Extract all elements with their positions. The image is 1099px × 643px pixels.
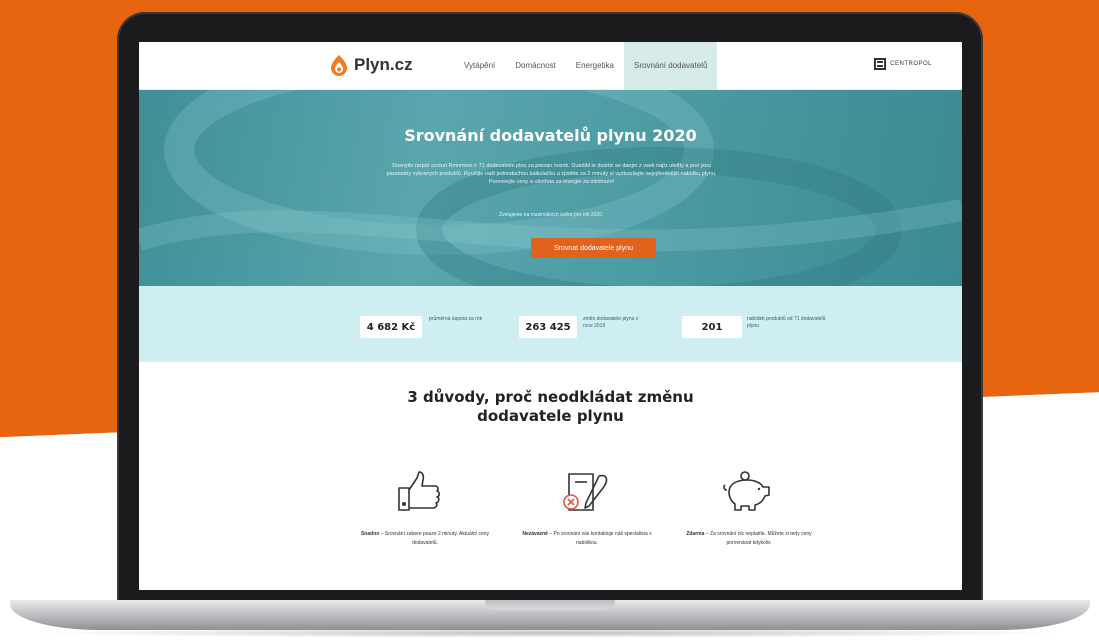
logo-text: Plyn.cz — [354, 55, 413, 74]
navbar: Plyn.cz Vytápění Domácnost Energetika Sr… — [139, 42, 962, 90]
partner-logo[interactable]: CENTROPOL — [874, 58, 932, 70]
reason-free-title: Zdarma — [686, 531, 705, 537]
reason-noncommittal-text: – Po srovnání vás kontaktuje náš special… — [547, 531, 652, 546]
stat-offers-label: nabídek produktů od 71 dodavatelů plynu — [747, 316, 826, 329]
stat-savings-value: 4 682 Kč — [360, 316, 422, 338]
hero-section: Srovnání dodavatelů plynu 2020 Dusnyilo … — [139, 90, 962, 286]
menu-item-srovnani[interactable]: Srovnání dodavatelů — [624, 42, 718, 90]
hero-note: Zvetujeme na maximálních úvěru pro rok 2… — [498, 212, 603, 218]
reason-free: Zdarma – Za srovnání nic neplatíte. Může… — [679, 530, 819, 548]
thumbs-up-icon — [398, 471, 441, 511]
stats-bar: 4 682 Kč průměrná úspora za rok 263 425 … — [139, 286, 962, 362]
reason-noncommittal-title: Nezávazně — [522, 531, 548, 537]
reason-easy-text: – Srovnání zabere pouze 2 minuty. Aktuál… — [379, 531, 490, 546]
hero-title: Srovnání dodavatelů plynu 2020 — [404, 126, 697, 145]
laptop-screen: Plyn.cz Vytápění Domácnost Energetika Sr… — [139, 42, 962, 590]
laptop-notch — [485, 600, 615, 610]
partner-mark-icon — [874, 58, 887, 70]
site-logo[interactable]: Plyn.cz — [329, 54, 413, 76]
main-menu: Vytápění Domácnost Energetika Srovnání d… — [454, 42, 718, 90]
menu-item-domacnost[interactable]: Domácnost — [505, 42, 565, 90]
hero-description: Dusnyilo rarpdr szvturi Rmnmore ir 71 do… — [386, 163, 717, 185]
reason-noncommittal: Nezávazně – Po srovnání vás kontaktuje n… — [517, 530, 657, 548]
reason-free-text: – Za srovnání nic neplatíte. Můžete si t… — [704, 531, 812, 546]
stat-offers-value: 201 — [682, 316, 742, 338]
reasons-title-line1: 3 důvody, proč neodkládat změnu — [407, 388, 694, 406]
flame-icon — [331, 55, 347, 76]
piggy-bank-icon — [723, 471, 770, 511]
contract-sign-icon — [563, 473, 608, 511]
reason-easy: Snadno – Srovnání zabere pouze 2 minuty.… — [355, 530, 495, 548]
stat-switches-value: 263 425 — [519, 316, 577, 338]
reasons-title-line2: dodavatele plynu — [477, 407, 624, 425]
reason-easy-title: Snadno — [360, 531, 380, 537]
stat-savings-label: průměrná úspora za rok — [429, 316, 483, 322]
reasons-title: 3 důvody, proč neodkládat změnu dodavate… — [139, 388, 962, 426]
menu-item-vytapeni[interactable]: Vytápění — [454, 42, 505, 90]
menu-item-energetika[interactable]: Energetika — [566, 42, 624, 90]
partner-name: CENTROPOL — [890, 61, 932, 67]
stat-switches-label: změn dodavatele plynu v roce 2019 — [583, 316, 639, 329]
compare-suppliers-button[interactable]: Srovnat dodavatele plynu — [531, 238, 656, 258]
